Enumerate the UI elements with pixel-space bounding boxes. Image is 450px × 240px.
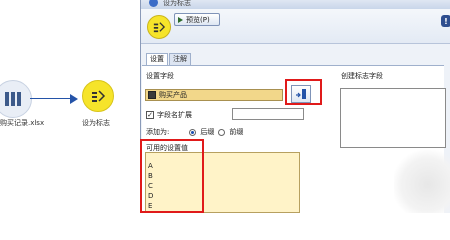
prefix-radio[interactable] bbox=[218, 128, 226, 136]
field-type-icon bbox=[148, 91, 156, 99]
extension-checkbox[interactable]: ✓ bbox=[146, 111, 154, 119]
set-to-flag-node[interactable] bbox=[82, 80, 114, 112]
create-flag-list[interactable] bbox=[340, 88, 446, 148]
set-field-value: 购买产品 bbox=[159, 91, 187, 99]
set-field-label: 设置字段 bbox=[146, 72, 174, 80]
highlight-box-picker bbox=[285, 79, 322, 105]
dialog-title: 设为标志 bbox=[163, 0, 191, 7]
dialog-app-icon bbox=[149, 0, 158, 7]
add-as-label: 添加为: bbox=[146, 128, 170, 136]
add-as-row: 添加为: 后缀 前缀 bbox=[146, 127, 243, 137]
extension-checkbox-row: ✓ 字段名扩展 bbox=[146, 110, 192, 120]
set-field-select[interactable]: 购买产品 bbox=[145, 89, 283, 101]
stream-canvas: 购买记录.xlsx 设为标志 bbox=[0, 0, 140, 213]
set-to-flag-icon bbox=[92, 90, 106, 102]
play-icon bbox=[178, 16, 183, 23]
preview-button-label: 预览(P) bbox=[186, 15, 210, 24]
dialog-toolbar: 预览(P) ! bbox=[141, 9, 450, 44]
tab-settings[interactable]: 设置 bbox=[146, 53, 168, 65]
excel-source-node[interactable] bbox=[0, 80, 32, 118]
create-flag-label: 创建标志字段 bbox=[341, 72, 383, 80]
tab-annotations[interactable]: 注解 bbox=[169, 53, 191, 65]
database-icon bbox=[5, 92, 21, 106]
dialog-tabs: 设置 注解 bbox=[146, 53, 192, 65]
set-to-flag-node-icon bbox=[147, 15, 171, 39]
extension-checkbox-label: 字段名扩展 bbox=[157, 111, 192, 119]
help-button[interactable]: ! bbox=[441, 15, 450, 27]
watermark-blur bbox=[394, 150, 450, 213]
prefix-radio-label: 前缀 bbox=[229, 128, 244, 136]
source-node-label: 购买记录.xlsx bbox=[0, 119, 45, 127]
set-to-flag-icon bbox=[153, 22, 166, 33]
flag-node-label: 设为标志 bbox=[82, 119, 110, 127]
preview-button[interactable]: 预览(P) bbox=[174, 13, 220, 26]
suffix-radio-label: 后缀 bbox=[200, 128, 215, 136]
suffix-radio[interactable] bbox=[189, 128, 197, 136]
highlight-box-values bbox=[140, 139, 204, 213]
arrow-icon bbox=[70, 94, 78, 104]
stream-link bbox=[30, 98, 72, 100]
extension-input[interactable] bbox=[232, 108, 304, 120]
